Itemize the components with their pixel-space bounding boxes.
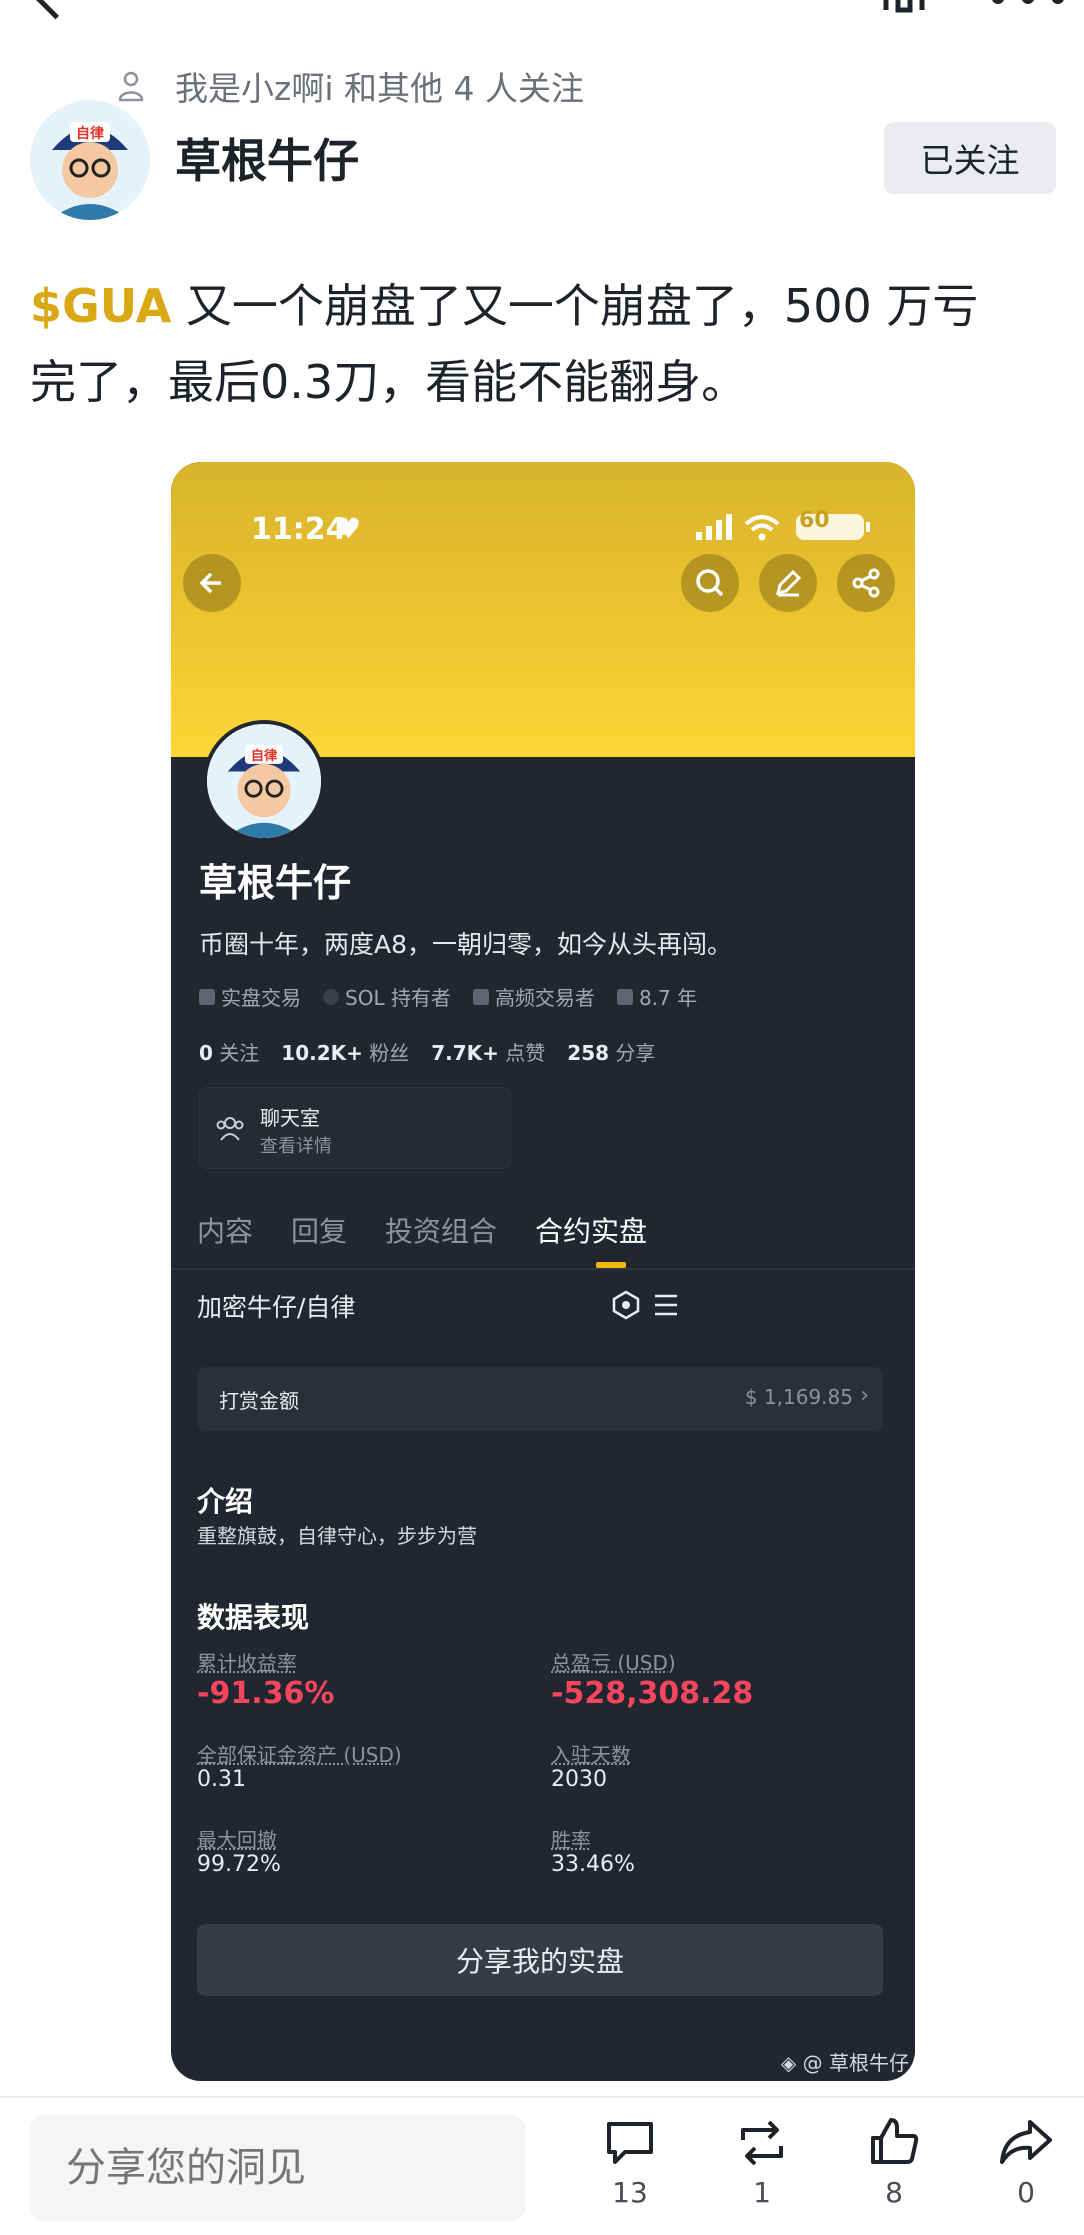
tip-amount-row[interactable]: 打赏金额 $ 1,169.85 › (197, 1367, 883, 1431)
winrate-value: 33.46% (551, 1852, 635, 1877)
repost-icon (741, 2120, 783, 2166)
tag-years: 8.7 年 (616, 982, 697, 1011)
chevron-right-icon: › (860, 1383, 869, 1408)
tab-content[interactable]: 内容 (197, 1210, 253, 1250)
group-icon (216, 1117, 244, 1141)
comment-icon (607, 2122, 653, 2164)
trophy-icon (616, 988, 633, 1005)
total-pnl-label: 总盈亏 (USD) (551, 1651, 676, 1675)
back-icon[interactable] (33, 0, 78, 20)
winrate-label: 胜率 (551, 1828, 591, 1852)
forward-icon (1000, 2120, 1052, 2164)
profile-name: 草根牛仔 (199, 861, 352, 905)
tab-futures-live[interactable]: 合约实盘 (535, 1210, 647, 1250)
search-icon[interactable] (681, 554, 739, 612)
profile-stats: 0 关注 10.2K+ 粉丝 7.7K+ 点赞 258 分享 (199, 1037, 655, 1066)
more-icon[interactable]: ••• (985, 0, 1075, 25)
chatroom-card[interactable]: 聊天室 查看详情 (199, 1087, 511, 1169)
profile-avatar: 自律 (203, 720, 325, 842)
battery-level: 60 (799, 508, 830, 533)
tip-label: 打赏金额 (219, 1389, 299, 1413)
stat-following: 0 关注 (199, 1041, 260, 1065)
home-icon[interactable] (880, 0, 928, 18)
status-icons (696, 514, 870, 541)
like-button[interactable]: 8 (859, 2114, 929, 2209)
binance-logo-icon: ◈ (780, 2051, 797, 2075)
menu-icon[interactable] (651, 1292, 679, 1318)
back-arrow-icon[interactable] (183, 554, 241, 612)
watermark: ◈ @ 草根牛仔 (780, 2051, 909, 2075)
hexagon-icon[interactable] (611, 1290, 641, 1320)
heart-icon: ♥ (336, 512, 362, 545)
forward-button[interactable]: 0 (991, 2116, 1061, 2209)
tab-portfolio[interactable]: 投资组合 (385, 1210, 497, 1250)
post-text-line2: 完了，最后0.3刀，看能不能翻身。 (30, 355, 748, 409)
stat-likes: 7.7K+ 点赞 (431, 1041, 546, 1065)
avatar-illustration: 自律 (30, 100, 150, 220)
post-text: $GUA 又一个崩盘了又一个崩盘了，500 万亏 完了，最后0.3刀，看能不能翻… (30, 268, 1060, 420)
tabs-divider (171, 1268, 915, 1270)
margin-label: 全部保证金资产 (USD) (197, 1743, 402, 1767)
forward-count: 0 (1017, 2176, 1035, 2209)
days-value: 2030 (551, 1767, 607, 1792)
repost-count: 1 (753, 2176, 771, 2209)
post-image[interactable]: 11:24 ♥ 60 自律 草根牛仔 币圈十年，两度A8，一朝归零，如今从头再闯… (171, 462, 915, 2081)
avatar-badge-text: 自律 (76, 125, 104, 142)
share-live-button[interactable]: 分享我的实盘 (197, 1924, 883, 1996)
tip-value: $ 1,169.85 (744, 1385, 853, 1409)
stat-followers: 10.2K+ 粉丝 (281, 1041, 410, 1065)
post-text-line1: 又一个崩盘了又一个崩盘了，500 万亏 (171, 279, 979, 333)
chatroom-title: 聊天室 (260, 1106, 320, 1130)
share-icon[interactable] (837, 554, 895, 612)
profile-tags: 实盘交易 SOL 持有者 高频交易者 8.7 年 (199, 982, 697, 1011)
intro-text: 重整旗鼓，自律守心，步步为营 (197, 1524, 477, 1548)
cum-return-label: 累计收益率 (197, 1651, 297, 1675)
drawdown-label: 最大回撤 (197, 1828, 277, 1852)
intro-title: 介绍 (197, 1485, 254, 1518)
tab-replies[interactable]: 回复 (291, 1210, 347, 1250)
tag-hf-trader: 高频交易者 (472, 982, 595, 1011)
comment-input[interactable] (30, 2115, 526, 2221)
svg-text:自律: 自律 (251, 747, 278, 764)
follow-info: 我是小z啊i 和其他 4 人关注 (175, 69, 584, 108)
author-name[interactable]: 草根牛仔 (175, 125, 359, 191)
chatroom-subtitle: 查看详情 (260, 1136, 332, 1157)
ticker-link[interactable]: $GUA (30, 279, 171, 333)
days-label: 入驻天数 (551, 1743, 631, 1767)
exchange-icon (472, 988, 489, 1005)
bottom-divider (0, 2096, 1084, 2098)
tag-sol-holder: SOL 持有者 (323, 982, 451, 1011)
thumbs-up-icon (871, 2118, 919, 2164)
margin-value: 0.31 (197, 1767, 246, 1792)
followed-button[interactable]: 已关注 (884, 122, 1056, 194)
tag-live-trading: 实盘交易 (199, 982, 301, 1011)
drawdown-value: 99.72% (197, 1852, 281, 1877)
comment-count: 13 (612, 2176, 648, 2209)
comment-button[interactable]: 13 (595, 2118, 665, 2209)
profile-bio: 币圈十年，两度A8，一朝归零，如今从头再闯。 (199, 930, 733, 959)
sol-icon (323, 988, 339, 1005)
status-time: 11:24 (251, 512, 347, 547)
repost-button[interactable]: 1 (727, 2118, 797, 2209)
account-name: 加密牛仔/自律 (197, 1293, 356, 1322)
performance-title: 数据表现 (197, 1601, 310, 1634)
profile-tabs: 内容 回复 投资组合 合约实盘 (197, 1210, 647, 1250)
like-count: 8 (885, 2176, 903, 2209)
total-pnl-value: -528,308.28 (551, 1676, 754, 1711)
person-icon (118, 71, 144, 102)
cum-return-value: -91.36% (197, 1676, 335, 1711)
stat-shares: 258 分享 (567, 1041, 656, 1065)
author-avatar[interactable]: 自律 (30, 100, 150, 220)
edit-icon[interactable] (759, 554, 817, 612)
trading-icon (199, 988, 215, 1005)
